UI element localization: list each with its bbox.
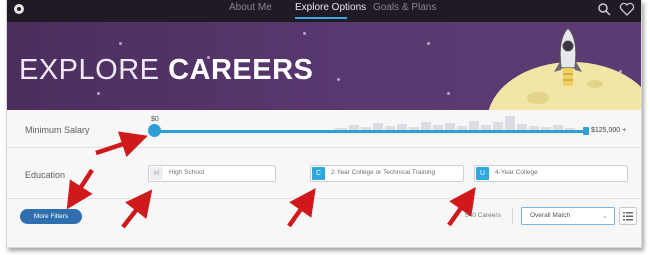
arrow-to-high-school: [121, 189, 153, 229]
arrow-to-two-year-college: [287, 187, 316, 228]
annotation-arrows: [66, 131, 476, 229]
arrow-to-more-filters: [66, 168, 94, 210]
arrow-to-salary-slider: [95, 131, 148, 158]
arrow-to-four-year-college: [447, 186, 476, 227]
